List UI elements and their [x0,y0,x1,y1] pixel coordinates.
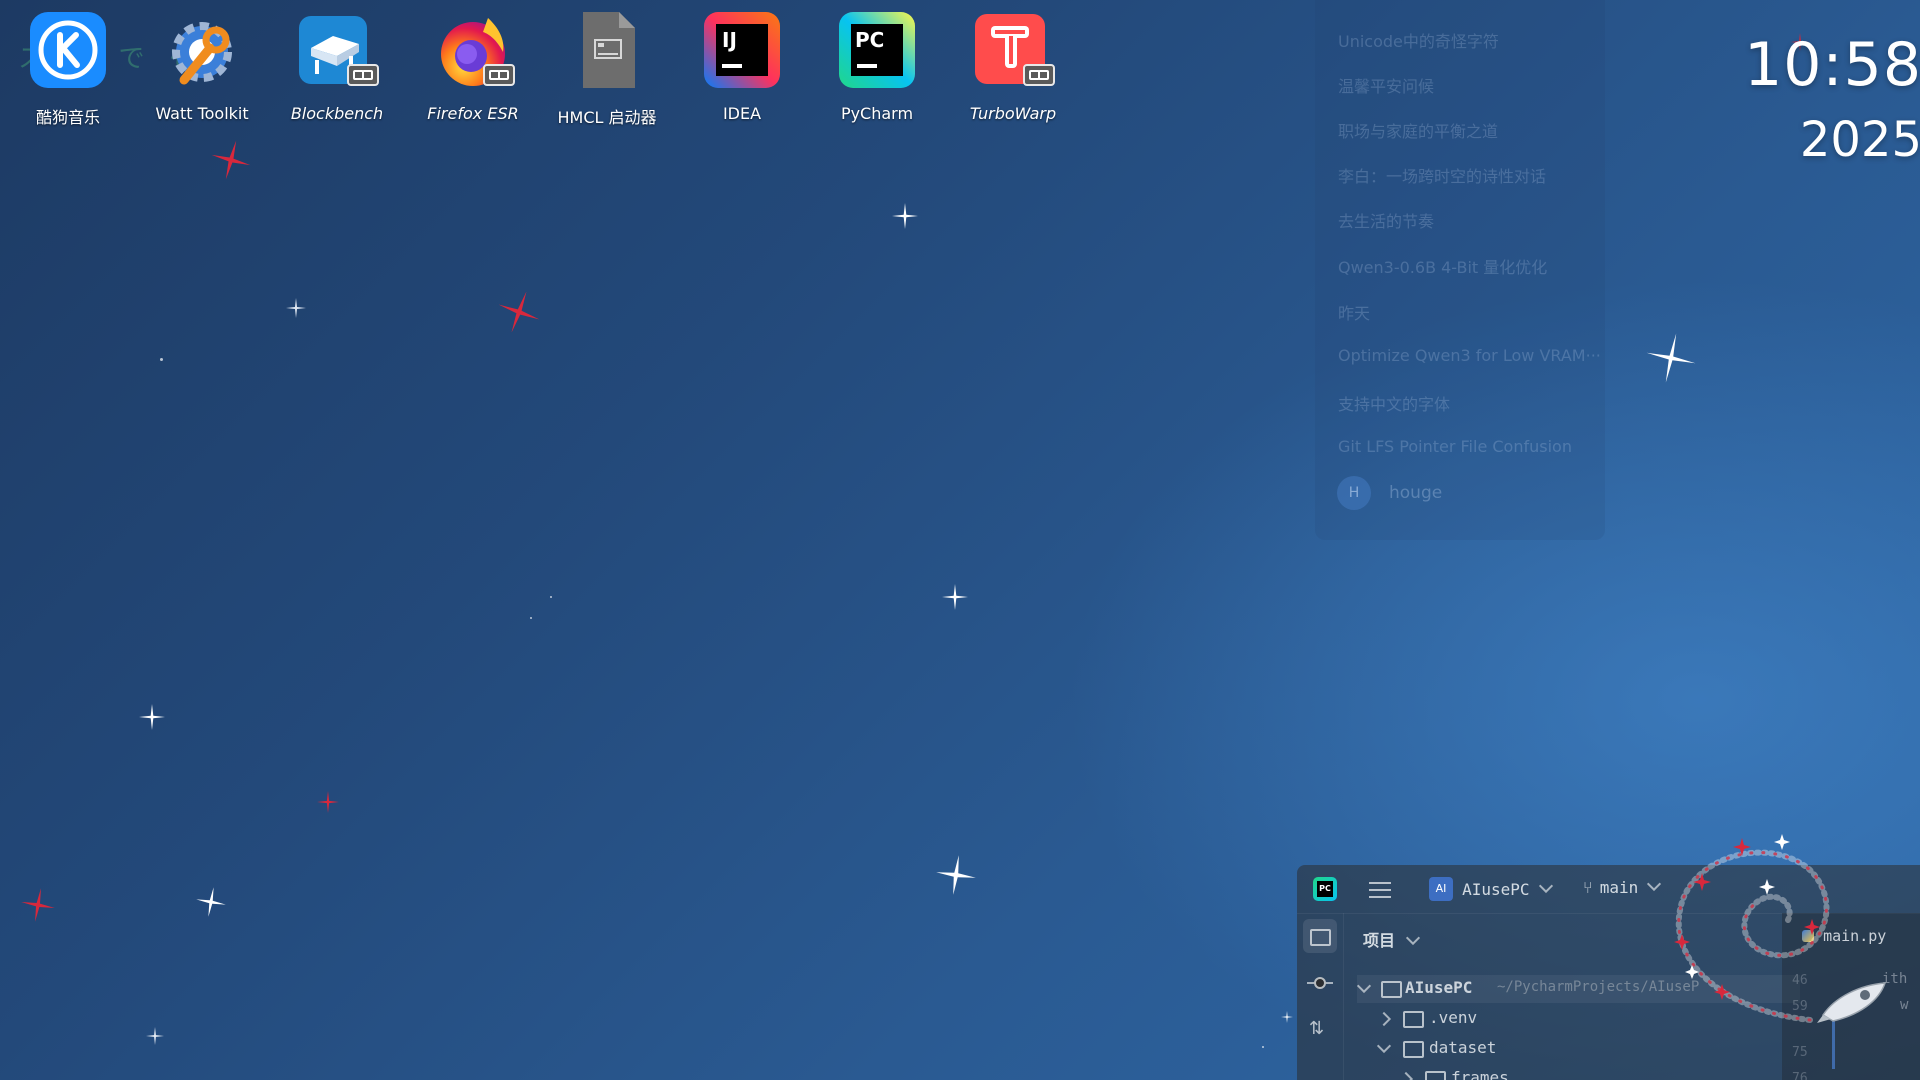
desktop-wallpaper[interactable]: ス 時 で も Unicode中的奇怪字符 温馨平安问候 职场与家庭的平衡之道 … [0,0,1920,1080]
intellij-idea-icon: IJ [702,10,782,90]
chat-history-section-label: 昨天 [1338,304,1371,323]
star-dot [1262,1046,1264,1048]
white-sparkle-icon [892,203,918,229]
pycharm-icon: PC [837,10,917,90]
desktop-icon-label: Firefox ESR [427,104,519,123]
desktop-icon-watt-toolkit[interactable]: Watt Toolkit [147,10,257,123]
red-sparkle-icon [317,791,339,813]
white-sparkle-icon [942,584,968,610]
shortcut-badge-icon [1023,64,1055,86]
sparkle-spiral-decoration [1674,834,1830,1023]
firefox-icon [433,10,515,90]
red-sparkle-icon [211,140,251,180]
chat-history-overlay: Unicode中的奇怪字符 温馨平安问候 职场与家庭的平衡之道 李白：一场跨时空… [1315,0,1605,540]
chat-history-item[interactable]: 李白：一场跨时空的诗性对话 [1338,163,1546,187]
project-panel-title: 项目 [1363,931,1396,950]
project-panel-header[interactable]: 项目 [1363,927,1421,951]
blockbench-icon [297,10,379,90]
git-branch-icon: ⑂ [1583,878,1593,897]
desktop-icon-pycharm[interactable]: PC PyCharm [822,10,932,123]
red-sparkle-icon [499,292,539,332]
desktop-icon-hmcl[interactable]: HMCL 启动器 [552,10,662,128]
folder-icon [1381,981,1402,998]
white-sparkle-icon [286,298,306,318]
pycharm-logo-text: PC [1317,881,1333,897]
desktop-icon-label: Watt Toolkit [155,104,249,123]
white-sparkle-icon [1281,1011,1293,1023]
shortcut-badge-icon [347,64,379,86]
file-icon [567,10,647,90]
user-avatar[interactable]: H [1337,476,1371,510]
kugou-music-icon [28,10,108,90]
chevron-down-icon [1376,1038,1392,1054]
white-sparkle-icon [196,887,226,917]
pycharm-logo-icon[interactable]: PC [1313,877,1337,901]
desktop-icon-label: TurboWarp [969,104,1057,123]
desktop-icon-idea[interactable]: IJ IDEA [687,10,797,123]
chevron-down-icon [1406,930,1421,946]
chat-history-item[interactable]: 温馨平安问候 [1338,73,1434,97]
chat-history-item[interactable]: 去生活的节奏 [1338,208,1434,232]
shortcut-badge-icon [483,64,515,86]
pull-request-icon[interactable]: ⇅ [1309,1018,1331,1040]
desktop-icon-label: Blockbench [290,104,384,123]
folder-icon [1403,1011,1424,1028]
desktop-icon-kugou[interactable]: 酷狗音乐 [13,10,123,128]
chat-history-item[interactable]: Git LFS Pointer File Confusion [1338,437,1572,456]
rocket-icon [1817,982,1887,1023]
branch-name: main [1599,878,1639,897]
project-selector[interactable]: AI AIusePC [1429,877,1553,901]
code-fragment: w [1900,997,1909,1013]
white-sparkle-icon [1646,333,1696,383]
svg-text:IJ: IJ [722,28,737,52]
star-dot [160,358,163,361]
desktop-icon-label: 酷狗音乐 [35,108,100,127]
svg-text:PC: PC [855,28,884,52]
star-dot [530,617,532,619]
tree-item-label: .venv [1429,1008,1478,1027]
main-menu-icon[interactable] [1369,880,1391,898]
folder-icon [1310,929,1331,946]
folder-icon [1425,1071,1446,1080]
watt-toolkit-icon [162,10,242,90]
white-sparkle-icon [936,855,976,895]
clock-time: 10:58 [1744,30,1920,100]
chevron-right-icon [1376,1011,1392,1027]
line-number: 76 [1792,1071,1808,1080]
tree-item-label: AIusePC [1405,978,1473,997]
desktop-icon-label: HMCL 启动器 [557,108,657,127]
star-dot [550,596,552,598]
tree-item-label: dataset [1429,1038,1497,1057]
project-badge: AI [1429,877,1453,901]
chat-history-item[interactable]: 职场与家庭的平衡之道 [1338,118,1498,142]
desktop-icon-label: IDEA [722,104,762,123]
user-name[interactable]: houge [1389,483,1442,503]
desktop-icon-turbowarp[interactable]: TurboWarp [958,10,1068,123]
chevron-down-icon [1538,878,1553,893]
folder-icon [1403,1041,1424,1058]
desktop-icon-firefox[interactable]: Firefox ESR [418,10,528,123]
white-sparkle-icon [139,704,165,730]
ide-tool-sidebar: ⇅ [1297,913,1344,1080]
desktop-icon-label: PyCharm [840,104,914,123]
chat-history-item[interactable]: 支持中文的字体 [1338,391,1450,415]
white-sparkle-icon [146,1027,164,1045]
tree-item-label: frames [1451,1068,1509,1080]
branch-selector[interactable]: ⑂ main [1583,876,1662,901]
desktop-icon-blockbench[interactable]: Blockbench [282,10,392,123]
chat-history-item[interactable]: Unicode中的奇怪字符 [1338,28,1499,52]
chat-history-item[interactable]: Qwen3-0.6B 4-Bit 量化优化 [1338,254,1547,278]
turbowarp-icon [973,10,1055,90]
tree-item-frames[interactable]: frames [1357,1065,1800,1080]
project-tool-button[interactable] [1303,919,1337,953]
chevron-right-icon [1398,1071,1414,1080]
clock-date: 2025 [1799,112,1920,168]
project-name: AIusePC [1462,879,1530,899]
commit-icon[interactable] [1307,975,1333,991]
chevron-down-icon [1356,978,1372,994]
chat-history-item[interactable]: Optimize Qwen3 for Low VRAM··· [1338,346,1601,365]
line-number: 75 [1792,1045,1808,1060]
red-sparkle-icon [21,888,55,922]
